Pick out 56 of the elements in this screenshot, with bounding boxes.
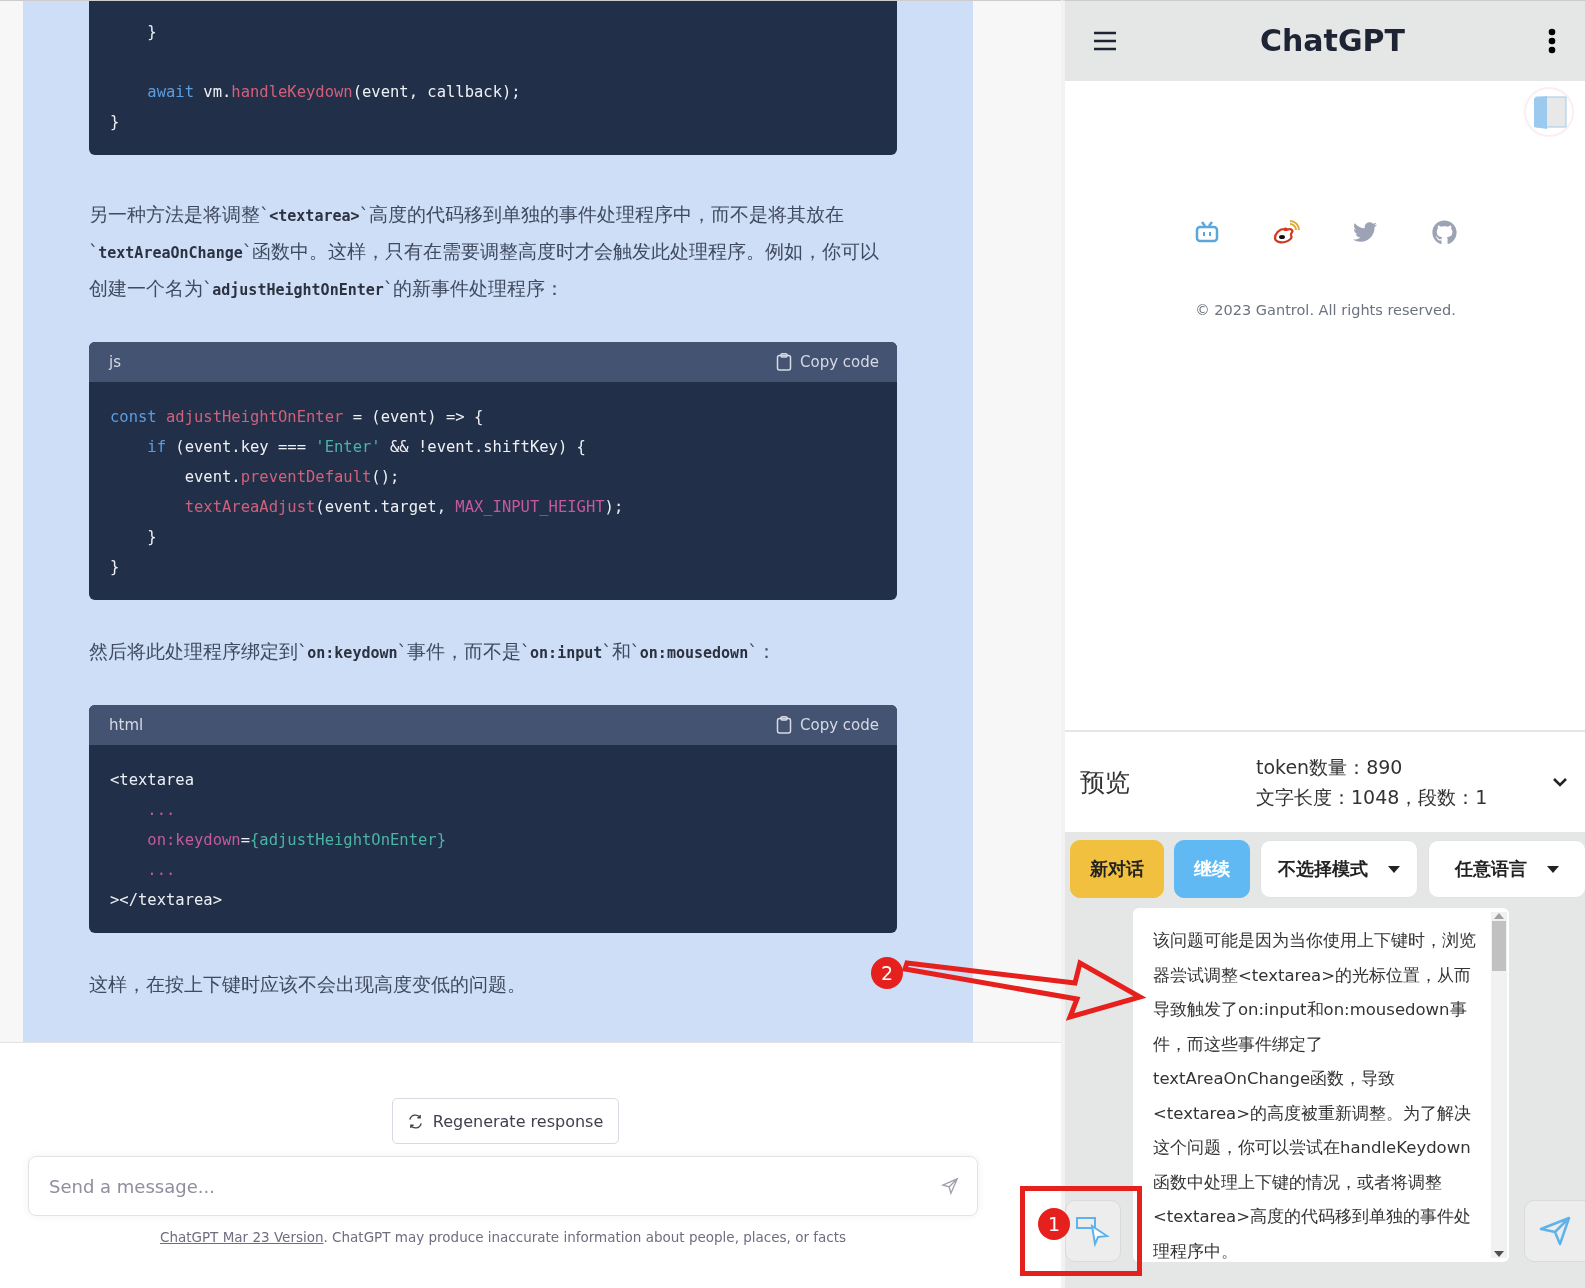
menu-icon[interactable]: [1093, 30, 1117, 51]
code-line: const adjustHeightOnEnter = (event) => {: [110, 407, 485, 428]
copyright-text: © 2023 Gantrol. All rights reserved.: [1195, 301, 1456, 318]
token-count: token数量：890: [1256, 755, 1404, 781]
code-line: }: [110, 112, 121, 133]
caret-icon: [1388, 865, 1400, 873]
code-line: textAreaAdjust(event.target, MAX_INPUT_HEIGHT);: [183, 497, 625, 518]
caret-icon: [1547, 865, 1559, 873]
code-line: }: [146, 527, 158, 548]
door-icon[interactable]: [1524, 86, 1574, 137]
chevron-down-icon[interactable]: [1552, 777, 1568, 788]
select-pointer-button[interactable]: [1065, 1200, 1121, 1262]
text-length: 文字长度：1048，段数：1: [1256, 785, 1489, 811]
more-options-icon[interactable]: [1548, 27, 1556, 54]
scrollbar-thumb[interactable]: [1492, 921, 1506, 971]
bird-icon: [1353, 220, 1377, 245]
answer-paragraph: 这样，在按上下键时应该不会出现高度变低的问题。: [89, 973, 526, 997]
code-line: ...: [146, 800, 177, 821]
send-icon[interactable]: [941, 1177, 959, 1195]
send-button[interactable]: [1524, 1200, 1585, 1262]
message-field[interactable]: Send a message...: [28, 1156, 978, 1216]
code-language: js: [109, 353, 121, 371]
dropdown-select[interactable]: 任意语言: [1428, 840, 1585, 898]
copy-code-button[interactable]: Copy code: [776, 353, 879, 371]
weibo-icon: [1272, 219, 1300, 245]
dropdown-select[interactable]: 不选择模式: [1260, 840, 1418, 898]
disclaimer-text: ChatGPT Mar 23 Version. ChatGPT may produce inaccurate information about people, places, or facts: [159, 1229, 847, 1245]
scroll-up-icon[interactable]: [1494, 912, 1504, 919]
code-line: on:keydown={adjustHeightOnEnter}: [146, 830, 447, 851]
preview-label: 预览: [1080, 766, 1131, 799]
tv-icon: [1195, 221, 1219, 244]
code-line: ></textarea>: [110, 890, 223, 911]
version-link[interactable]: ChatGPT Mar 23 Version: [159, 1229, 324, 1245]
code-line: }: [146, 22, 158, 43]
scrollbar[interactable]: [1491, 912, 1507, 1258]
code-line: event.preventDefault();: [183, 467, 401, 488]
action-button[interactable]: 新对话: [1070, 840, 1164, 898]
code-language: html: [109, 716, 144, 734]
code-line: if (event.key === 'Enter' && !event.shiftKey) {: [146, 437, 587, 458]
app-title: ChatGPT: [1259, 23, 1405, 59]
copy-code-button[interactable]: Copy code: [776, 716, 879, 734]
cat-icon: [1431, 219, 1457, 245]
answer-paragraph: 另一种方法是将调整`<textarea>`高度的代码移到单独的事件处理程序中，而不是将其放在`textAreaOnChange`函数中。这样，只有在需要调整高度时才会触发此处理程序。例如，你可以创建一个名为`adjustHeightOnEnter`的新事件处理程序：: [89, 203, 880, 301]
code-line: <textarea: [110, 770, 195, 791]
regenerate-button[interactable]: Regenerate response: [391, 1098, 620, 1144]
send-icon: [1539, 1215, 1571, 1247]
code-line: ...: [146, 860, 177, 881]
scroll-down-icon[interactable]: [1494, 1251, 1504, 1258]
code-line: await vm.handleKeydown(event, callback);: [146, 82, 522, 103]
answer-paragraph: 然后将此处理程序绑定到`on:keydown`事件，而不是`on:input`和`on:mousedown`：: [89, 640, 777, 664]
pointer-icon: [1075, 1215, 1111, 1247]
clipboard-icon: [776, 716, 792, 734]
message-textarea[interactable]: 该问题可能是因为当你使用上下键时，浏览器尝试调整<textarea>的光标位置，从而导致触发了on:input和on:mousedown事件，而这些事件绑定了textAreaOnChange函数，导致<textarea>的高度被重新调整。为了解决这个问题，你可以尝试在handleKeydown函数中处理上下键的情况，或者将调整<textarea>高度的代码移到单独的事件处理程序中。: [1133, 908, 1509, 1262]
code-line: }: [110, 557, 121, 578]
clipboard-icon: [776, 353, 792, 371]
refresh-icon: [407, 1113, 423, 1129]
